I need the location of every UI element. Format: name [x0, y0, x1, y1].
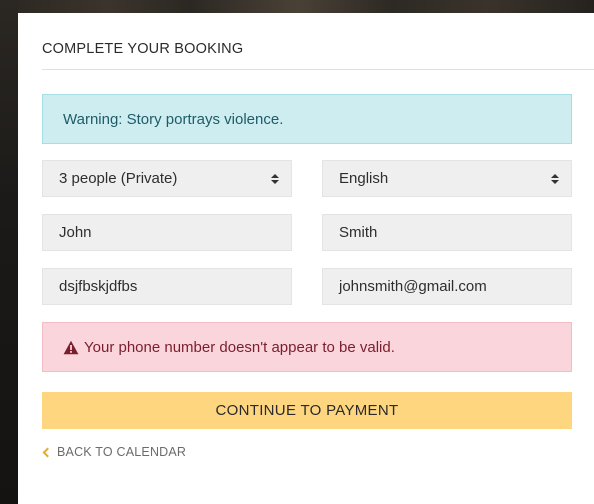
warning-triangle-icon [63, 340, 79, 355]
back-to-calendar-link[interactable]: BACK TO CALENDAR [42, 445, 186, 459]
language-value: English [339, 170, 389, 187]
last-name-value: Smith [339, 224, 378, 241]
phone-field[interactable]: dsjfbskjdfbs [42, 268, 292, 305]
language-select[interactable]: English [322, 160, 572, 197]
sort-icon [271, 173, 279, 184]
error-message: Your phone number doesn't appear to be v… [84, 338, 395, 356]
title-divider [42, 69, 594, 70]
party-size-select[interactable]: 3 people (Private) [42, 160, 292, 197]
booking-modal: COMPLETE YOUR BOOKING Warning: Story por… [18, 13, 594, 504]
background-overlay [0, 0, 18, 504]
first-name-value: John [59, 224, 92, 241]
modal-title: COMPLETE YOUR BOOKING [42, 41, 244, 57]
continue-to-payment-button[interactable]: CONTINUE TO PAYMENT [42, 392, 572, 429]
content-warning-alert: Warning: Story portrays violence. [42, 94, 572, 144]
sort-icon [551, 173, 559, 184]
phone-value: dsjfbskjdfbs [59, 278, 138, 295]
last-name-field[interactable]: Smith [322, 214, 572, 251]
back-to-calendar-label: BACK TO CALENDAR [57, 445, 187, 459]
first-name-field[interactable]: John [42, 214, 292, 251]
chevron-left-icon [42, 447, 53, 457]
party-size-value: 3 people (Private) [59, 170, 178, 187]
phone-error-alert: Your phone number doesn't appear to be v… [42, 322, 572, 372]
email-value: johnsmith@gmail.com [339, 278, 487, 295]
email-field[interactable]: johnsmith@gmail.com [322, 268, 572, 305]
background-image [0, 0, 594, 13]
